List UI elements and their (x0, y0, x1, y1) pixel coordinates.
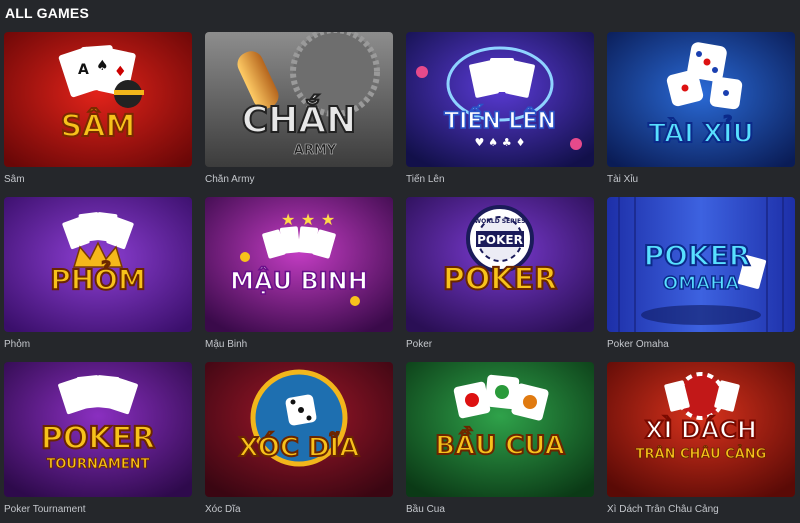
game-thumbnail[interactable]: CHẮN ARMY (205, 32, 393, 167)
game-logo: POKER OMAHA (643, 238, 752, 295)
svg-text:BẦU CUA: BẦU CUA (435, 426, 565, 461)
game-card-xoc-dia[interactable]: XÓC DĨA Xóc Dĩa (205, 362, 393, 523)
svg-text:MẬU BINH: MẬU BINH (230, 265, 368, 295)
svg-text:XÓC DĨA: XÓC DĨA (239, 431, 360, 463)
game-card-tien-len[interactable]: TIẾN LÊN ♥ ♠ ♣ ♦ Tiến Lên (406, 32, 594, 193)
game-caption[interactable]: Mậu Binh (205, 339, 393, 350)
game-caption[interactable]: Bầu Cua (406, 504, 594, 515)
game-card-tai-xiu[interactable]: TÀI XỈU Tài Xỉu (607, 32, 795, 193)
game-card-xi-dach[interactable]: XÌ DÁCH TRÂN CHÂU CẢNG Xì Dách Trân Châu… (607, 362, 795, 523)
svg-text:POKER: POKER (477, 233, 523, 247)
game-logo: BẦU CUA (434, 425, 566, 462)
game-thumbnail[interactable]: A ♠ ♦ SÂM (4, 32, 192, 167)
game-logo: SÂM (60, 107, 137, 145)
game-card-phom[interactable]: PHỎM Phỏm (4, 197, 192, 358)
game-logo: CHẮN ARMY (241, 93, 358, 158)
game-caption[interactable]: Poker (406, 339, 594, 350)
game-card-mau-binh[interactable]: ★ ★ ★ MẬU BINH Mậu Binh (205, 197, 393, 358)
game-thumbnail[interactable]: XÓC DĨA (205, 362, 393, 497)
svg-text:POKER: POKER (644, 239, 751, 272)
game-caption[interactable]: Tiến Lên (406, 174, 594, 185)
game-thumbnail[interactable]: XÌ DÁCH TRÂN CHÂU CẢNG (607, 362, 795, 497)
game-card-sam[interactable]: A ♠ ♦ SÂM Sâm (4, 32, 192, 193)
svg-text:♥ ♠ ♣ ♦: ♥ ♠ ♣ ♦ (475, 136, 526, 149)
game-card-poker-omaha[interactable]: POKER OMAHA Poker Omaha (607, 197, 795, 358)
game-thumbnail[interactable]: POKER TOURNAMENT (4, 362, 192, 497)
game-logo: MẬU BINH (229, 264, 368, 296)
games-grid: A ♠ ♦ SÂM Sâm CHẮN ARMY Chắn Army TIẾN L… (4, 32, 795, 523)
svg-text:PHỎM: PHỎM (50, 258, 146, 296)
svg-text:XÌ DÁCH: XÌ DÁCH (645, 415, 757, 444)
svg-text:TRÂN CHÂU CẢNG: TRÂN CHÂU CẢNG (636, 445, 767, 462)
game-caption[interactable]: Tài Xỉu (607, 174, 795, 185)
game-card-bau-cua[interactable]: BẦU CUA Bầu Cua (406, 362, 594, 523)
game-logo: XÌ DÁCH TRÂN CHÂU CẢNG (635, 414, 767, 462)
svg-text:TOURNAMENT: TOURNAMENT (47, 457, 150, 472)
game-thumbnail[interactable]: PHỎM (4, 197, 192, 332)
svg-text:CHẮN: CHẮN (242, 94, 357, 141)
svg-text:ARMY: ARMY (294, 143, 337, 158)
svg-text:TÀI XỈU: TÀI XỈU (648, 114, 753, 149)
game-caption[interactable]: Xóc Dĩa (205, 504, 393, 515)
game-logo: PHỎM (49, 257, 147, 297)
game-logo: WORLD SERIES POKER POKER (442, 218, 558, 298)
svg-text:POKER: POKER (41, 421, 155, 456)
game-thumbnail[interactable]: TIẾN LÊN ♥ ♠ ♣ ♦ (406, 32, 594, 167)
game-logo: POKER TOURNAMENT (40, 420, 156, 472)
game-thumbnail[interactable]: WORLD SERIES POKER POKER (406, 197, 594, 332)
game-card-poker-tournament[interactable]: POKER TOURNAMENT Poker Tournament (4, 362, 192, 523)
game-thumbnail[interactable]: POKER OMAHA (607, 197, 795, 332)
game-thumbnail[interactable]: BẦU CUA (406, 362, 594, 497)
game-caption[interactable]: Poker Omaha (607, 339, 795, 350)
game-logo: TIẾN LÊN ♥ ♠ ♣ ♦ (443, 104, 556, 149)
game-caption[interactable]: Xì Dách Trân Châu Cảng (607, 504, 795, 515)
game-caption[interactable]: Phỏm (4, 339, 192, 350)
svg-text:OMAHA: OMAHA (663, 273, 739, 294)
svg-text:WORLD SERIES: WORLD SERIES (475, 218, 526, 225)
game-logo: TÀI XỈU (647, 113, 754, 150)
game-card-chan-army[interactable]: CHẮN ARMY Chắn Army (205, 32, 393, 193)
game-caption[interactable]: Poker Tournament (4, 504, 192, 515)
game-caption[interactable]: Sâm (4, 174, 192, 185)
game-logo: XÓC DĨA (238, 430, 361, 464)
game-thumbnail[interactable]: ★ ★ ★ MẬU BINH (205, 197, 393, 332)
svg-text:SÂM: SÂM (61, 108, 136, 144)
game-card-poker[interactable]: WORLD SERIES POKER POKER Poker (406, 197, 594, 358)
svg-text:POKER: POKER (443, 262, 557, 297)
svg-text:TIẾN LÊN: TIẾN LÊN (444, 105, 556, 134)
section-title: ALL GAMES (5, 5, 89, 21)
game-thumbnail[interactable]: TÀI XỈU (607, 32, 795, 167)
game-caption[interactable]: Chắn Army (205, 174, 393, 185)
